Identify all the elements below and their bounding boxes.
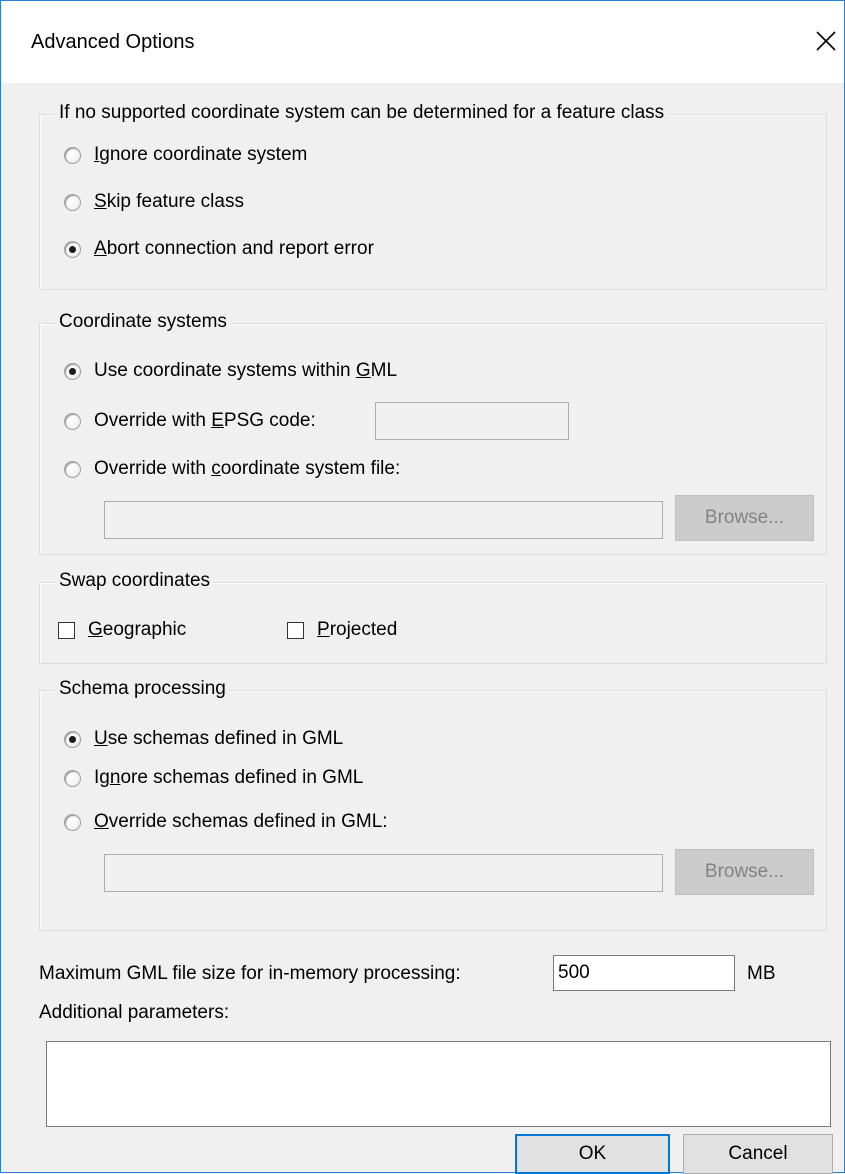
radio-override-epsg-label: Override with EPSG code: [94, 410, 316, 431]
radio-override-schemas-label: Override schemas defined in GML: [94, 811, 388, 832]
radio-use-gml-cs-button[interactable] [64, 362, 81, 380]
radio-override-cs-file-label: Override with coordinate system file: [94, 458, 401, 479]
radio-skip-feature-class[interactable]: Skip feature class [64, 191, 244, 213]
radio-ignore-cs-label: Ignore coordinate system [94, 144, 308, 165]
radio-ignore-cs[interactable]: Ignore coordinate system [64, 144, 307, 166]
radio-override-schemas[interactable]: Override schemas defined in GML: [64, 811, 388, 833]
close-icon [816, 31, 836, 51]
close-button[interactable] [807, 19, 843, 63]
max-memory-input[interactable]: 500 [553, 955, 735, 991]
radio-abort-connection-button[interactable] [64, 240, 81, 258]
radio-ignore-schemas[interactable]: Ignore schemas defined in GML [64, 767, 363, 789]
radio-abort-connection[interactable]: Abort connection and report error [64, 238, 374, 260]
radio-use-schemas-label: Use schemas defined in GML [94, 728, 344, 749]
max-memory-unit: MB [747, 963, 776, 984]
epsg-code-input[interactable] [375, 402, 569, 440]
max-memory-label: Maximum GML file size for in-memory proc… [39, 963, 461, 984]
radio-override-epsg-button[interactable] [64, 412, 81, 430]
additional-params-input[interactable] [46, 1041, 831, 1127]
coordinate-systems-legend: Coordinate systems [56, 311, 230, 333]
radio-abort-connection-label: Abort connection and report error [94, 238, 374, 259]
radio-override-cs-file[interactable]: Override with coordinate system file: [64, 458, 400, 480]
radio-ignore-schemas-button[interactable] [64, 769, 81, 787]
additional-params-label: Additional parameters: [39, 1002, 230, 1023]
unsupported-cs-legend: If no supported coordinate system can be… [56, 102, 668, 124]
schema-file-input[interactable] [104, 854, 663, 892]
radio-ignore-schemas-label: Ignore schemas defined in GML [94, 767, 364, 788]
checkbox-geographic-box[interactable] [58, 621, 75, 639]
cs-file-input[interactable] [104, 501, 663, 539]
radio-override-epsg[interactable]: Override with EPSG code: [64, 410, 316, 432]
checkbox-geographic[interactable]: Geographic [58, 619, 186, 641]
schema-processing-legend: Schema processing [56, 678, 229, 700]
radio-use-gml-cs-label: Use coordinate systems within GML [94, 360, 398, 381]
radio-skip-feature-class-label: Skip feature class [94, 191, 244, 212]
ok-button[interactable]: OK [515, 1134, 670, 1174]
checkbox-projected[interactable]: Projected [287, 619, 397, 641]
cancel-button[interactable]: Cancel [683, 1134, 833, 1174]
radio-skip-feature-class-button[interactable] [64, 193, 81, 211]
radio-use-schemas[interactable]: Use schemas defined in GML [64, 728, 343, 750]
radio-override-cs-file-button[interactable] [64, 460, 81, 478]
radio-use-gml-cs[interactable]: Use coordinate systems within GML [64, 360, 397, 382]
checkbox-projected-label: Projected [317, 619, 398, 640]
schema-browse-button[interactable]: Browse... [675, 849, 814, 895]
advanced-options-dialog: Advanced Options If no supported coordin… [0, 0, 845, 1174]
swap-coordinates-legend: Swap coordinates [56, 570, 214, 592]
cs-file-browse-button[interactable]: Browse... [675, 495, 814, 541]
title-bar: Advanced Options [1, 1, 844, 83]
checkbox-projected-box[interactable] [287, 621, 304, 639]
radio-override-schemas-button[interactable] [64, 813, 81, 831]
radio-use-schemas-button[interactable] [64, 730, 81, 748]
radio-ignore-cs-button[interactable] [64, 146, 81, 164]
checkbox-geographic-label: Geographic [88, 619, 187, 640]
window-title: Advanced Options [31, 31, 195, 53]
